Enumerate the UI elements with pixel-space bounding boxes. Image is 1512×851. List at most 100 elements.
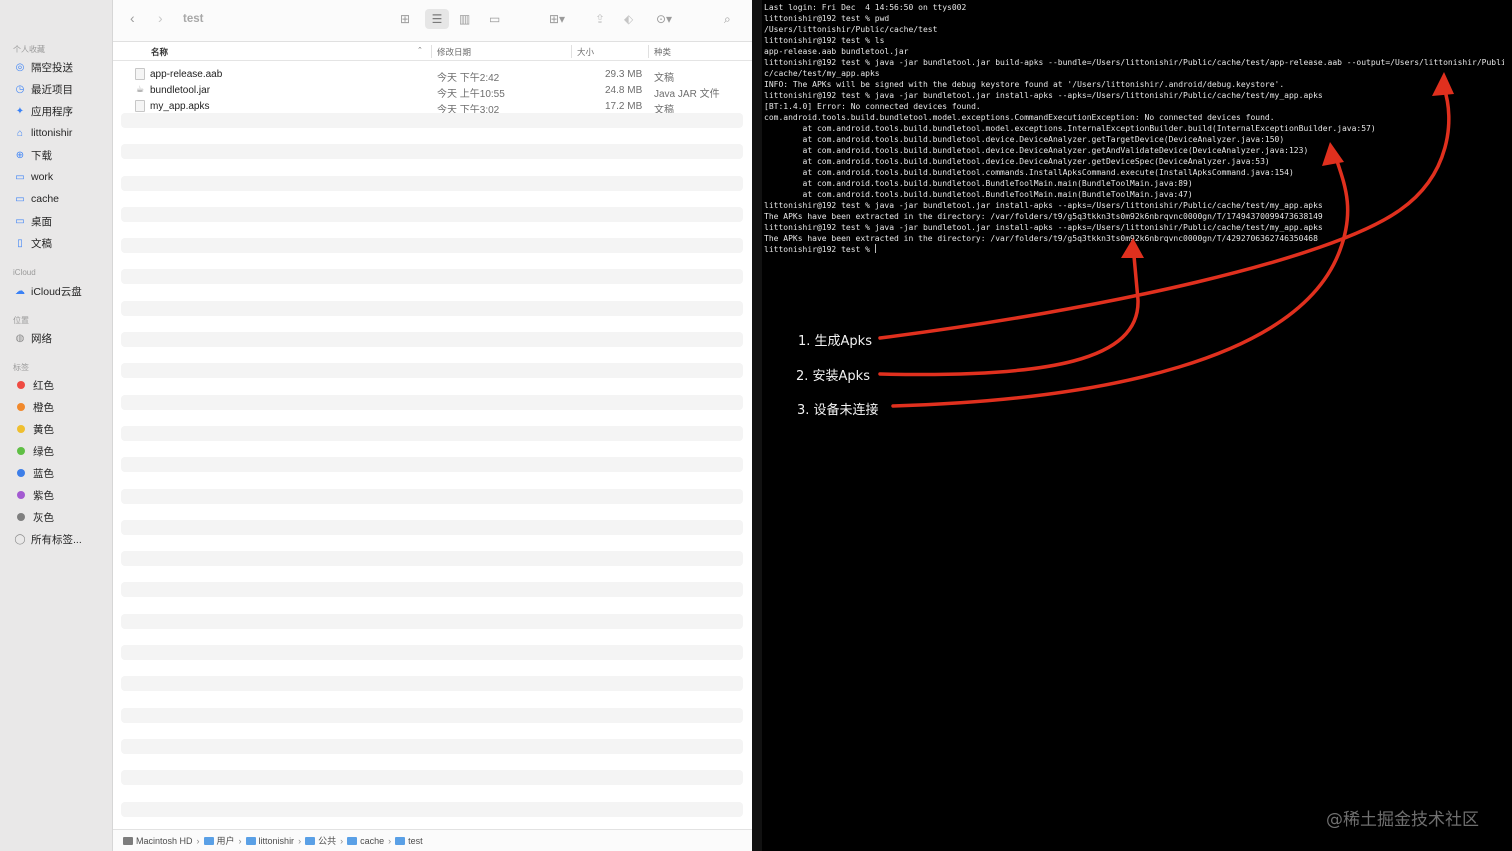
tag-icon: ◯: [14, 533, 26, 545]
sidebar-item-applications[interactable]: ✦ 应用程序: [14, 102, 110, 120]
tag-icon[interactable]: ⬖: [624, 12, 633, 26]
empty-row: [121, 676, 743, 692]
search-icon[interactable]: ⌕: [724, 12, 731, 27]
empty-row: [121, 488, 743, 504]
tag-color-dot: [17, 403, 25, 411]
sidebar-tag-gray[interactable]: 灰色: [14, 508, 110, 526]
terminal-line: com.android.tools.build.bundletool.model…: [764, 113, 1275, 122]
sidebar-item-icloud-drive[interactable]: ☁ iCloud云盘: [14, 282, 110, 300]
sidebar-all-tags[interactable]: ◯ 所有标签...: [14, 530, 110, 548]
empty-row: [121, 425, 743, 441]
sidebar-item-documents[interactable]: ▯ 文稿: [14, 234, 110, 252]
terminal-line: The APKs have been extracted in the dire…: [764, 212, 1323, 221]
terminal-line: at com.android.tools.build.bundletool.Bu…: [764, 190, 1193, 199]
terminal-window[interactable]: Last login: Fri Dec 4 14:56:50 on ttys00…: [752, 0, 1512, 851]
empty-row: [121, 551, 743, 567]
column-modified[interactable]: 修改日期: [437, 46, 471, 58]
path-item[interactable]: Macintosh HD: [136, 836, 193, 846]
column-kind[interactable]: 种类: [654, 46, 671, 58]
sidebar-item-downloads[interactable]: ⊕ 下载: [14, 146, 110, 164]
terminal-line: littonishir@192 test % java -jar bundlet…: [764, 223, 1323, 232]
disk-icon: [123, 836, 133, 845]
path-item[interactable]: test: [408, 836, 423, 846]
sidebar-item-airdrop[interactable]: ◎ 隔空投送: [14, 58, 110, 76]
column-divider: [648, 45, 649, 58]
path-item[interactable]: littonishir: [259, 836, 295, 846]
folder-icon: [305, 836, 316, 845]
annotation-build-apks: 1. 生成Apks: [798, 334, 872, 349]
sidebar-item-home[interactable]: ⌂ littonishir: [14, 124, 110, 142]
column-view-icon[interactable]: ▥: [459, 12, 470, 26]
back-chevron-icon[interactable]: ‹: [130, 10, 135, 26]
file-row[interactable]: app-release.aab 今天 下午2:42 29.3 MB 文稿: [113, 66, 752, 84]
empty-row: [121, 770, 743, 786]
tags-header: 标签: [13, 363, 29, 372]
empty-row: [121, 394, 743, 410]
file-size: 24.8 MB: [605, 85, 643, 96]
path-item[interactable]: 公共: [318, 834, 336, 847]
sidebar-tag-blue[interactable]: 蓝色: [14, 464, 110, 482]
gallery-view-icon[interactable]: ▭: [489, 12, 500, 26]
sidebar-tag-green[interactable]: 绿色: [14, 442, 110, 460]
empty-row: [121, 363, 743, 379]
file-row[interactable]: ☕ bundletool.jar 今天 上午10:55 24.8 MB Java…: [113, 82, 752, 100]
terminal-line: littonishir@192 test % java -jar bundlet…: [764, 201, 1323, 210]
share-icon[interactable]: ⇪: [595, 12, 605, 26]
folder-icon: [203, 836, 214, 845]
sidebar-tag-red[interactable]: 红色: [14, 376, 110, 394]
sidebar-item-desktop[interactable]: ▭ 桌面: [14, 212, 110, 230]
list-view-icon[interactable]: ☰: [425, 9, 449, 29]
empty-row: [121, 801, 743, 817]
column-name[interactable]: 名称: [151, 46, 168, 58]
folder-icon: [395, 836, 406, 845]
sidebar-tag-purple[interactable]: 紫色: [14, 486, 110, 504]
terminal-line: at com.android.tools.build.bundletool.de…: [764, 157, 1270, 166]
sidebar-item-work[interactable]: ▭ work: [14, 168, 110, 186]
terminal-line: Last login: Fri Dec 4 14:56:50 on ttys00…: [764, 3, 967, 12]
empty-row: [121, 707, 743, 723]
empty-row: [121, 206, 743, 222]
path-bar: Macintosh HD › 用户 › littonishir › 公共 › cache…: [113, 829, 752, 851]
file-size: 29.3 MB: [605, 69, 643, 80]
group-icon[interactable]: ⊞▾: [549, 12, 565, 26]
sidebar-tag-yellow[interactable]: 黄色: [14, 420, 110, 438]
finder-window: 个人收藏 ◎ 隔空投送 ◷ 最近项目 ✦ 应用程序 ⌂ littonishir ⊕ 下载 …: [0, 0, 752, 851]
terminal-line: INFO: The APKs will be signed with the d…: [764, 80, 1285, 89]
folder-icon: [347, 836, 358, 845]
empty-row: [121, 582, 743, 598]
network-icon: ◍: [15, 332, 25, 344]
tag-color-dot: [17, 491, 25, 499]
more-actions-icon[interactable]: ⊙▾: [656, 12, 672, 26]
path-item[interactable]: 用户: [217, 834, 235, 847]
tag-color-dot: [17, 381, 25, 389]
sidebar-item-network[interactable]: ◍ 网络: [14, 329, 110, 347]
tag-color-dot: [17, 447, 25, 455]
finder-sidebar: 个人收藏 ◎ 隔空投送 ◷ 最近项目 ✦ 应用程序 ⌂ littonishir ⊕ 下载 …: [0, 0, 113, 851]
sidebar-tag-orange[interactable]: 橙色: [14, 398, 110, 416]
terminal-line: /Users/littonishir/Public/cache/test: [764, 25, 938, 34]
terminal-line: littonishir@192 test %: [764, 244, 876, 254]
finder-toolbar: ‹ › test ⊞ ☰ ▥ ▭ ⊞▾ ⇪ ⬖ ⊙▾ ⌕: [113, 0, 752, 42]
terminal-line: app-release.aab bundletool.jar: [764, 47, 909, 56]
empty-row: [121, 238, 743, 254]
path-item[interactable]: cache: [360, 836, 384, 846]
empty-row: [121, 613, 743, 629]
terminal-line: The APKs have been extracted in the dire…: [764, 234, 1318, 243]
column-size[interactable]: 大小: [577, 46, 594, 58]
terminal-line: c/cache/test/my_app.apks: [764, 69, 880, 78]
column-header: 名称 ⌃ 修改日期 大小 种类: [113, 42, 752, 61]
download-icon: ⊕: [15, 149, 25, 161]
empty-row: [121, 519, 743, 535]
empty-row: [121, 738, 743, 754]
annotation-device-not-connected: 3. 设备未连接: [797, 403, 879, 418]
favorites-header: 个人收藏: [13, 45, 45, 54]
icon-view-icon[interactable]: ⊞: [400, 12, 410, 26]
file-row[interactable]: my_app.apks 今天 下午3:02 17.2 MB 文稿: [113, 98, 752, 116]
document-icon: [135, 100, 145, 112]
sidebar-item-cache[interactable]: ▭ cache: [14, 190, 110, 208]
empty-row: [121, 144, 743, 160]
forward-chevron-icon[interactable]: ›: [158, 10, 163, 26]
desktop-icon: ▭: [15, 215, 25, 227]
sort-chevron-icon[interactable]: ⌃: [417, 46, 423, 54]
sidebar-item-recents[interactable]: ◷ 最近项目: [14, 80, 110, 98]
